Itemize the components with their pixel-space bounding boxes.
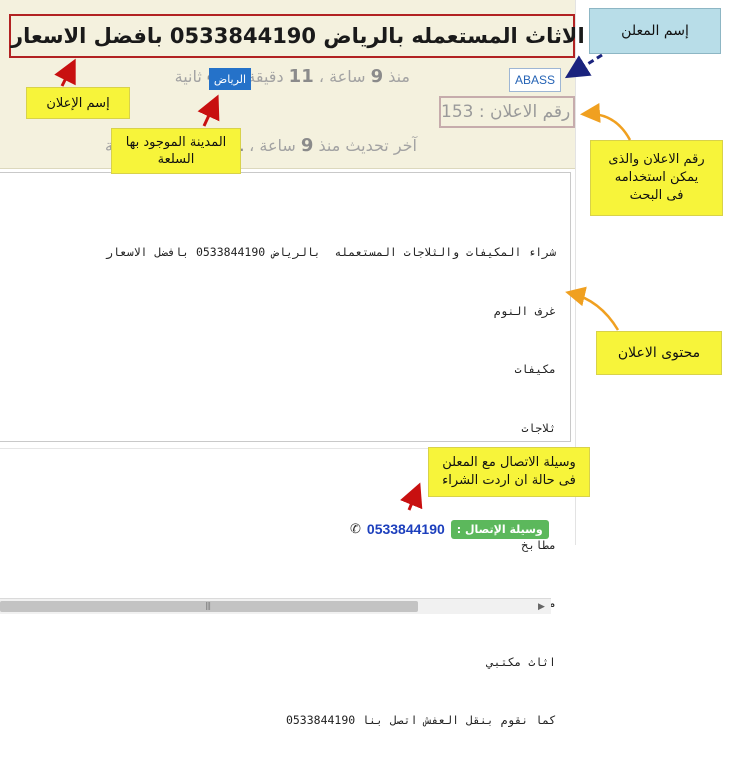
content-line: كما نقوم بنقل العفش اتصل بنا 0533844190 bbox=[285, 713, 556, 727]
title-annotation-text: إسم الإعلان bbox=[46, 95, 110, 111]
arrow-right-icon[interactable]: ▶ bbox=[538, 602, 545, 612]
posted-seconds-unit: ثانية bbox=[174, 67, 202, 86]
listing-title[interactable]: » شراء الاثاث المستعمله بالرياض 05338441… bbox=[11, 24, 665, 48]
update-hours: 9 bbox=[300, 135, 314, 156]
posted-minutes-unit: دقيقة bbox=[247, 67, 284, 86]
ad-number: رقم الاعلان : 153 bbox=[439, 96, 575, 128]
arrow-content bbox=[565, 286, 620, 331]
horizontal-scrollbar[interactable]: ||| ▶ bbox=[0, 598, 551, 614]
contact-annotation: وسيلة الاتصال مع المعلن فى حالة ان اردت … bbox=[428, 447, 590, 497]
author-link[interactable]: ABASS bbox=[509, 68, 561, 92]
city-badge[interactable]: الرياض bbox=[209, 68, 251, 90]
listing-content-area[interactable]: شراء المكيفات والثلاجات المستعمله بالريا… bbox=[0, 172, 571, 727]
posted-prefix: منذ bbox=[388, 67, 410, 86]
content-annotation: محتوى الاعلان bbox=[596, 331, 722, 375]
posted-minutes: 11 bbox=[288, 66, 314, 87]
author-annotation: إسم المعلن bbox=[589, 8, 721, 54]
author-annotation-text: إسم المعلن bbox=[621, 23, 689, 39]
phone-number[interactable]: 0533844190 bbox=[367, 521, 445, 537]
contact-row: ✆ 0533844190 وسيلة الإتصال : bbox=[350, 518, 549, 540]
contact-annotation-text: وسيلة الاتصال مع المعلن فى حالة ان اردت … bbox=[442, 455, 576, 488]
grip-icon: ||| bbox=[205, 601, 211, 610]
content-line: غرف النوم bbox=[493, 303, 556, 318]
ad-number-value: 153 bbox=[441, 102, 474, 122]
city-annotation-text: المدينة الموجود بها السلعة bbox=[125, 135, 227, 167]
adnum-annotation-text: رقم الاعلان والذى يمكن استخدامه فى البحث bbox=[608, 152, 705, 203]
content-line: اثاث مكتبي bbox=[486, 654, 556, 669]
title-annotation: إسم الإعلان bbox=[26, 87, 130, 119]
update-prefix: آخر تحديث منذ bbox=[318, 136, 417, 155]
listing-header: » شراء الاثاث المستعمله بالرياض 05338441… bbox=[0, 0, 665, 169]
arrow-adnum bbox=[580, 103, 632, 141]
content-line: ثلاجات bbox=[521, 420, 556, 435]
listing-title-box: » شراء الاثاث المستعمله بالرياض 05338441… bbox=[9, 14, 665, 58]
content-line: مكيفات bbox=[514, 362, 556, 376]
content-line: شراء المكيفات والثلاجات المستعمله بالريا… bbox=[105, 245, 556, 259]
adnum-annotation: رقم الاعلان والذى يمكن استخدامه فى البحث bbox=[590, 140, 723, 216]
ad-number-label: رقم الاعلان : bbox=[478, 102, 571, 122]
phone-icon: ✆ bbox=[350, 521, 361, 537]
posted-hours: 9 bbox=[370, 66, 384, 87]
update-hours-unit: ساعة bbox=[259, 136, 296, 155]
content-annotation-text: محتوى الاعلان bbox=[617, 345, 701, 361]
city-annotation: المدينة الموجود بها السلعة bbox=[111, 128, 241, 174]
posted-hours-unit: ساعة bbox=[329, 67, 366, 86]
contact-label: وسيلة الإتصال : bbox=[450, 519, 549, 539]
